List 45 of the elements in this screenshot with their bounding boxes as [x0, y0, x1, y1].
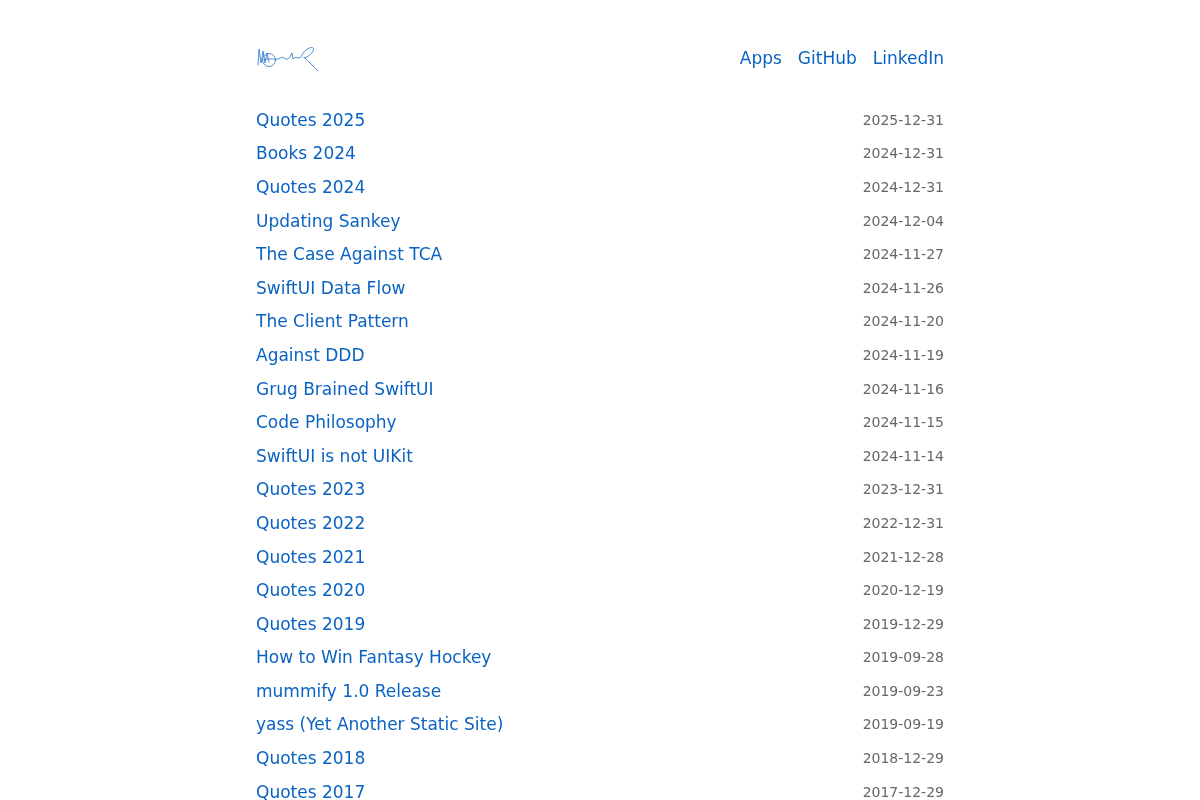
post-title-link[interactable]: yass (Yet Another Static Site)	[256, 714, 504, 735]
post-date: 2024-11-20	[862, 313, 944, 330]
post-title-link[interactable]: Grug Brained SwiftUI	[256, 378, 434, 399]
post-date: 2019-09-19	[862, 716, 944, 733]
post-date: 2024-11-27	[862, 246, 944, 263]
post-title-link[interactable]: Updating Sankey	[256, 210, 401, 231]
post-title-link[interactable]: Quotes 2018	[256, 748, 366, 769]
post-date: 2020-12-19	[862, 582, 944, 599]
post-title-link[interactable]: Quotes 2021	[256, 546, 366, 567]
post-title-link[interactable]: mummify 1.0 Release	[256, 680, 442, 701]
post-title-link[interactable]: Quotes 2024	[256, 177, 366, 197]
post-date: 2024-12-31	[862, 179, 944, 195]
post-date: 2022-12-31	[862, 514, 944, 531]
post-date: 2024-11-14	[862, 447, 944, 464]
post-date: 2019-09-23	[862, 682, 944, 699]
post-date: 2024-11-19	[862, 346, 944, 363]
nav-link[interactable]: GitHub	[797, 48, 857, 68]
nav-link[interactable]: LinkedIn	[872, 48, 944, 68]
post-date: 2018-12-29	[862, 750, 944, 767]
nav-link[interactable]: Apps	[739, 48, 782, 68]
post-date: 2024-11-15	[862, 414, 944, 431]
post-title-link[interactable]: How to Win Fantasy Hockey	[256, 647, 492, 668]
post-date: 2017-12-29	[862, 783, 944, 800]
post-title-link[interactable]: Books 2024	[256, 143, 356, 164]
post-date: 2024-12-04	[862, 212, 944, 229]
post-date: 2019-09-28	[862, 649, 944, 666]
post-title-link[interactable]: Against DDD	[256, 344, 365, 365]
post-date: 2024-11-26	[862, 279, 944, 296]
post-title-link[interactable]: SwiftUI is not UIKit	[256, 445, 413, 466]
post-title-link[interactable]: The Client Pattern	[256, 311, 409, 332]
post-title-link[interactable]: Code Philosophy	[256, 412, 397, 433]
post-date: 2024-12-31	[862, 145, 944, 162]
post-title-link[interactable]: Quotes 2025	[256, 109, 366, 130]
post-title-link[interactable]: Quotes 2020	[256, 580, 366, 601]
post-title-link[interactable]: Quotes 2022	[256, 512, 366, 533]
post-title-link[interactable]: Quotes 2017	[256, 781, 366, 800]
post-date: 2019-12-29	[862, 615, 944, 632]
post-date: 2025-12-31	[862, 111, 944, 128]
post-date: 2024-11-16	[862, 380, 944, 397]
post-title-link[interactable]: Quotes 2023	[256, 479, 366, 500]
post-title-link[interactable]: The Case Against TCA	[256, 244, 443, 265]
post-title-link[interactable]: SwiftUI Data Flow	[256, 277, 406, 298]
post-title-link[interactable]: Quotes 2019	[256, 613, 366, 634]
post-date: 2021-12-28	[862, 548, 944, 565]
post-date: 2023-12-31	[862, 481, 944, 498]
